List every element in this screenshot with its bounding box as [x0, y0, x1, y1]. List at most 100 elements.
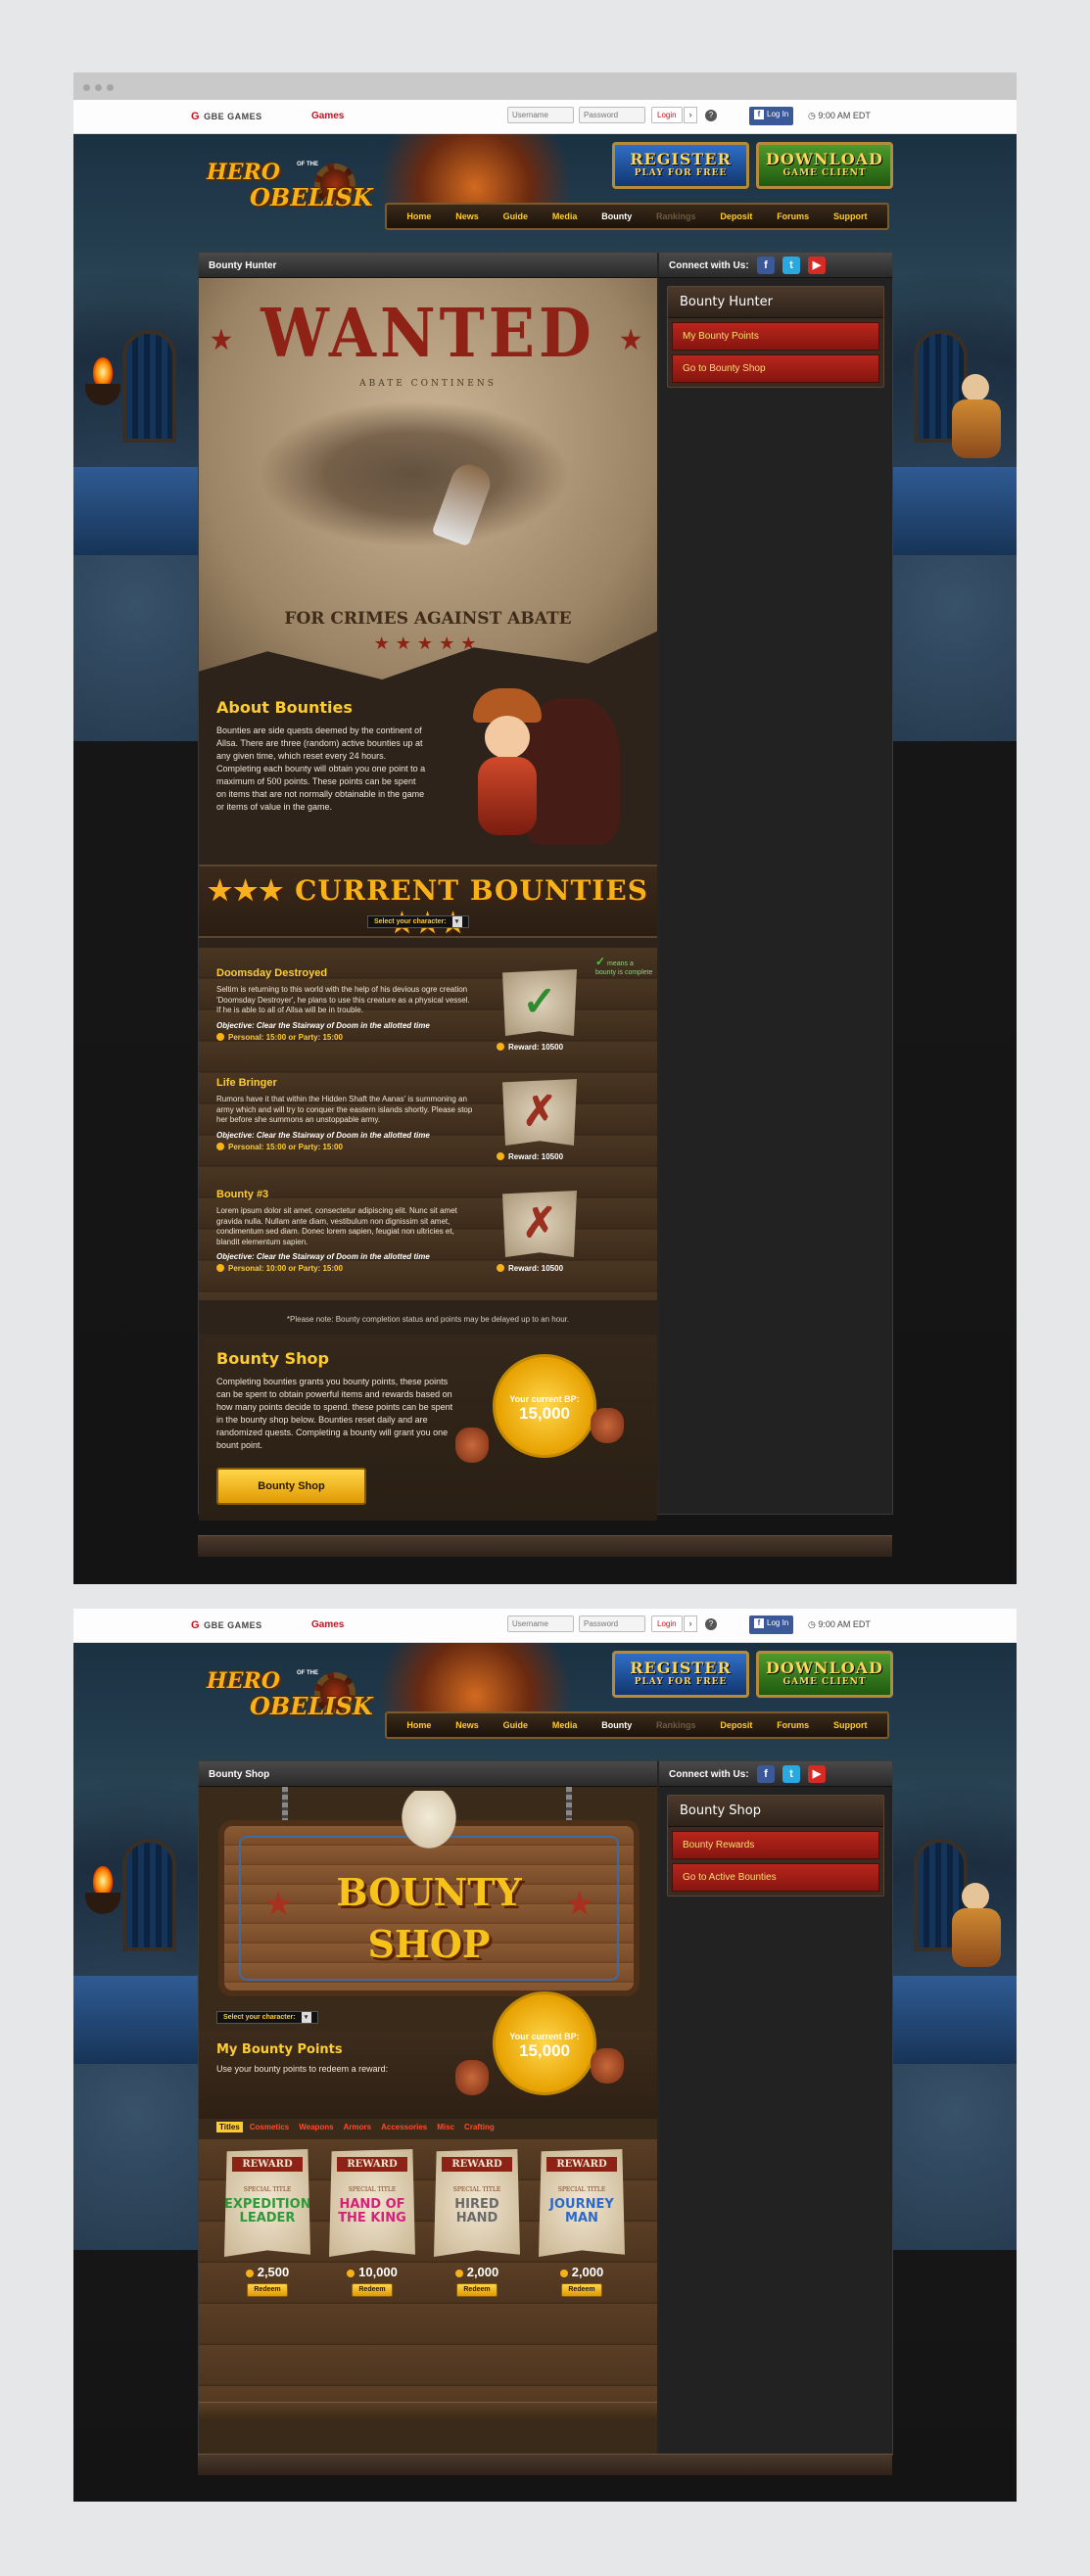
login-button[interactable]: Login	[651, 107, 683, 123]
games-link[interactable]: Games	[311, 111, 344, 121]
nav-news[interactable]: News	[455, 1720, 479, 1730]
connect-strip: Connect with Us: f t ▶	[659, 253, 892, 278]
logo-text-of-the: OF THE	[297, 162, 318, 167]
password-input[interactable]	[579, 1616, 645, 1632]
help-icon[interactable]: ?	[705, 1618, 717, 1630]
login-arrow-icon[interactable]: ›	[684, 1616, 697, 1632]
hero-of-the-obelisk-logo[interactable]: HERO OF THE OBELISK	[199, 154, 373, 222]
game-header: HERO OF THE OBELISK REGISTER PLAY FOR FR…	[73, 134, 1017, 252]
login-arrow-icon[interactable]: ›	[684, 107, 697, 123]
username-input[interactable]	[507, 107, 574, 123]
reward-card[interactable]: REWARD SPECIAL TITLE HAND OF THE KING	[329, 2149, 415, 2257]
redeem-button[interactable]: Redeem	[456, 2283, 498, 2297]
bounty-shop-title: Bounty Shop	[216, 1349, 329, 1368]
facebook-login-button[interactable]: f Log In	[749, 107, 794, 125]
register-button[interactable]: REGISTER PLAY FOR FREE	[612, 142, 749, 189]
sidebar-item-bounty-rewards[interactable]: Bounty Rewards	[672, 1831, 879, 1859]
money-bag-icon	[591, 2048, 624, 2084]
tab-weapons[interactable]: Weapons	[296, 2122, 336, 2132]
nav-home[interactable]: Home	[406, 1720, 431, 1730]
twitter-icon[interactable]: t	[782, 1765, 800, 1783]
chevron-down-icon: ▾	[301, 2012, 311, 2023]
main-nav: Home News Guide Media Bounty Rankings De…	[385, 203, 889, 230]
reward-card[interactable]: REWARD SPECIAL TITLE JOURNEY MAN	[539, 2149, 625, 2257]
coin-icon	[245, 2270, 254, 2277]
bp-label: Your current BP:	[509, 2032, 580, 2041]
gbe-logo[interactable]: G GBE GAMES	[191, 111, 262, 122]
coin-icon	[347, 2270, 355, 2277]
bounty-times: Personal: 15:00 or Party: 15:00	[216, 1032, 476, 1042]
nav-deposit[interactable]: Deposit	[720, 211, 752, 221]
nav-news[interactable]: News	[455, 211, 479, 221]
nav-bounty[interactable]: Bounty	[601, 211, 632, 221]
nav-bounty[interactable]: Bounty	[601, 1720, 632, 1730]
youtube-icon[interactable]: ▶	[808, 257, 826, 274]
nav-support[interactable]: Support	[833, 1720, 868, 1730]
window-dot-icon[interactable]	[83, 84, 90, 91]
select-character-dropdown[interactable]: Select your character: ▾	[216, 2011, 318, 2024]
window-dot-icon[interactable]	[95, 84, 102, 91]
nav-forums[interactable]: Forums	[777, 211, 809, 221]
hero-of-the-obelisk-logo[interactable]: HERO OF THE OBELISK	[199, 1663, 373, 1731]
tab-armors[interactable]: Armors	[341, 2122, 374, 2132]
download-label: DOWNLOAD	[766, 1659, 883, 1677]
facebook-login-button[interactable]: f Log In	[749, 1616, 794, 1634]
bounty-times-text: Personal: 15:00 or Party: 15:00	[228, 1032, 343, 1042]
twitter-icon[interactable]: t	[782, 257, 800, 274]
youtube-icon[interactable]: ▶	[808, 1765, 826, 1783]
redeem-button[interactable]: Redeem	[561, 2283, 602, 2297]
bounty-item: Doomsday Destroyed Seltim is returning t…	[216, 967, 476, 1042]
money-bag-icon	[455, 2060, 489, 2095]
nav-media[interactable]: Media	[552, 211, 578, 221]
reward-card[interactable]: REWARD SPECIAL TITLE HIRED HAND	[434, 2149, 520, 2257]
bounty-times-text: Personal: 10:00 or Party: 15:00	[228, 1264, 343, 1273]
select-character-dropdown[interactable]: Select your character: ▾	[367, 915, 469, 928]
main-nav: Home News Guide Media Bounty Rankings De…	[385, 1711, 889, 1739]
bounty-reward: Reward: 10500	[497, 1152, 563, 1161]
facebook-icon[interactable]: f	[757, 1765, 775, 1783]
help-icon[interactable]: ?	[705, 110, 717, 121]
gbe-logo[interactable]: G GBE GAMES	[191, 1619, 262, 1631]
games-link[interactable]: Games	[311, 1619, 344, 1630]
register-button[interactable]: REGISTER PLAY FOR FREE	[612, 1651, 749, 1698]
tab-titles[interactable]: Titles	[216, 2122, 243, 2132]
select-character-label: Select your character:	[374, 918, 447, 925]
tab-cosmetics[interactable]: Cosmetics	[247, 2122, 292, 2132]
sidebar-menu-title: Bounty Shop	[668, 1796, 883, 1827]
window-dot-icon[interactable]	[107, 84, 114, 91]
reward-card-subtitle: SPECIAL TITLE	[348, 2186, 397, 2193]
sidebar-item-go-to-active-bounties[interactable]: Go to Active Bounties	[672, 1863, 879, 1892]
nav-guide[interactable]: Guide	[503, 1720, 529, 1730]
facebook-icon[interactable]: f	[757, 257, 775, 274]
nav-guide[interactable]: Guide	[503, 211, 529, 221]
redeem-button[interactable]: Redeem	[247, 2283, 288, 2297]
tab-crafting[interactable]: Crafting	[461, 2122, 498, 2132]
reward-card[interactable]: REWARD SPECIAL TITLE EXPEDITION LEADER	[224, 2149, 310, 2257]
footer-bar	[198, 1535, 892, 1557]
tab-accessories[interactable]: Accessories	[378, 2122, 430, 2132]
username-input[interactable]	[507, 1616, 574, 1632]
login-button[interactable]: Login	[651, 1616, 683, 1632]
sidebar-item-go-to-bounty-shop[interactable]: Go to Bounty Shop	[672, 354, 879, 383]
clock-time: ◷ 9:00 AM EDT	[808, 1619, 871, 1629]
sidebar-item-my-bounty-points[interactable]: My Bounty Points	[672, 322, 879, 351]
wanted-poster: ★ WANTED ★ ABATE CONTINENS FOR CRIMES AG…	[199, 278, 657, 679]
bp-value: 15,000	[519, 2041, 570, 2060]
nav-rankings[interactable]: Rankings	[656, 1720, 696, 1730]
bounty-shop-button[interactable]: Bounty Shop	[216, 1468, 366, 1505]
nav-forums[interactable]: Forums	[777, 1720, 809, 1730]
download-button[interactable]: DOWNLOAD GAME CLIENT	[756, 142, 893, 189]
redeem-button[interactable]: Redeem	[352, 2283, 393, 2297]
password-input[interactable]	[579, 107, 645, 123]
nav-deposit[interactable]: Deposit	[720, 1720, 752, 1730]
download-button[interactable]: DOWNLOAD GAME CLIENT	[756, 1651, 893, 1698]
download-sublabel: GAME CLIENT	[782, 168, 867, 178]
nav-media[interactable]: Media	[552, 1720, 578, 1730]
nav-rankings[interactable]: Rankings	[656, 211, 696, 221]
connect-label: Connect with Us:	[669, 260, 749, 271]
nav-home[interactable]: Home	[406, 211, 431, 221]
tab-misc[interactable]: Misc	[434, 2122, 457, 2132]
bounty-status-paper: ✓	[502, 969, 577, 1036]
reward-cost: 2,000	[434, 2265, 520, 2279]
nav-support[interactable]: Support	[833, 211, 868, 221]
